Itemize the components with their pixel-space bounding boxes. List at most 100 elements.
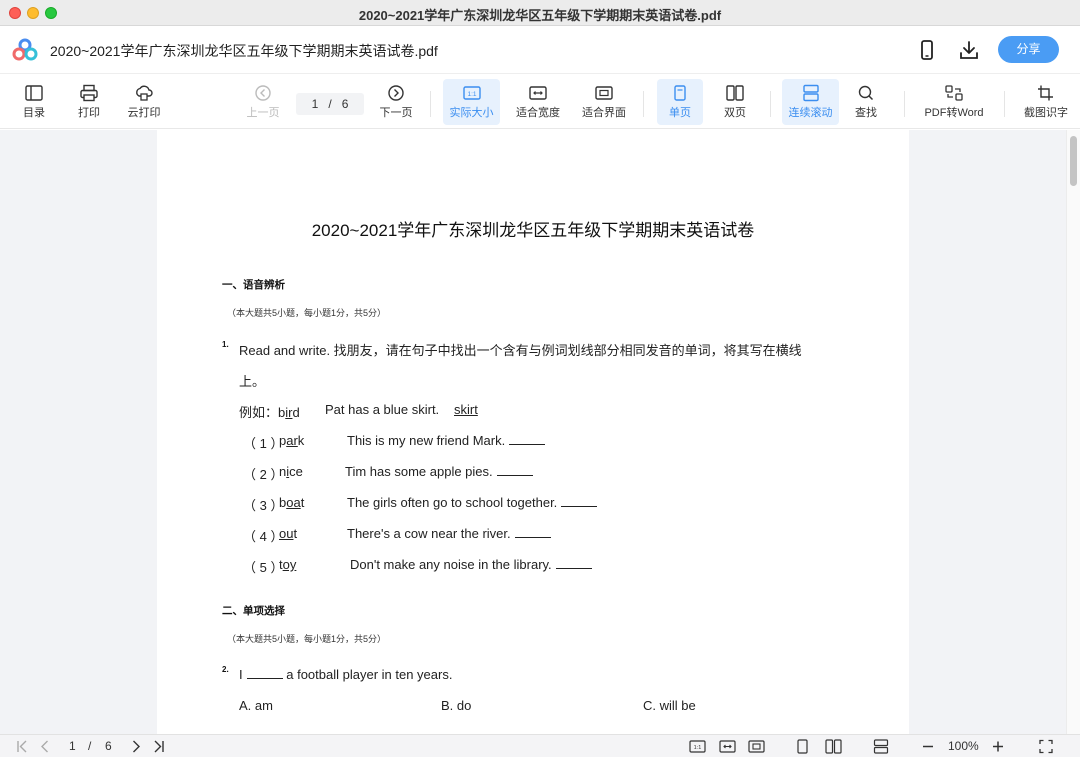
total-pages: 6	[341, 97, 349, 111]
example-word: bird	[278, 405, 300, 420]
status-bar: 1 / 6 1:1 100%	[0, 734, 1080, 757]
pdf-to-word-label: PDF转Word	[924, 107, 984, 119]
print-label: 打印	[78, 107, 100, 119]
zoom-out-button[interactable]	[922, 739, 934, 754]
scrollbar-thumb[interactable]	[1070, 136, 1077, 186]
fit-width-icon	[529, 86, 547, 100]
toolbar: 目录 打印 云打印 上一页 1 / 6 下一页 1:1 实际大小 适合宽度 适合…	[0, 75, 1080, 129]
svg-text:1:1: 1:1	[694, 745, 702, 751]
prev-page-label: 上一页	[246, 107, 280, 119]
chevron-left-icon	[41, 740, 48, 753]
section-1-note: （本大题共5小题，每小题1分，共5分）	[227, 308, 387, 318]
question-2-text: I a football player in ten years.	[239, 667, 453, 682]
svg-text:1:1: 1:1	[467, 91, 476, 98]
answer-blank[interactable]	[555, 557, 592, 569]
double-page-button[interactable]: 双页	[714, 79, 756, 125]
first-page-button[interactable]	[16, 739, 30, 754]
cloud-print-button[interactable]: 云打印	[123, 79, 165, 125]
fit-width-button[interactable]: 适合宽度	[512, 79, 564, 125]
single-page-button[interactable]: 单页	[657, 79, 703, 125]
actual-size-button[interactable]: 1:1 实际大小	[443, 79, 500, 125]
app-header: 2020~2021学年广东深圳龙华区五年级下学期期末英语试卷.pdf 分享	[0, 26, 1080, 74]
status-fit-width-button[interactable]	[719, 739, 736, 754]
option-c: C. will be	[643, 698, 696, 713]
fit-page-icon	[595, 86, 613, 100]
actual-size-label: 实际大小	[449, 107, 494, 119]
printer-icon	[80, 84, 98, 102]
chevron-right-circle-icon	[388, 85, 404, 101]
next-page-small-button[interactable]	[130, 739, 142, 754]
ocr-button[interactable]: 截图识字	[1018, 79, 1074, 125]
pdf-title: 2020~2021学年广东深圳龙华区五年级下学期期末英语试卷	[311, 221, 755, 240]
status-current-page[interactable]: 1	[69, 739, 76, 754]
item-label: （ 4 ）	[243, 529, 284, 544]
chevron-left-circle-icon	[255, 85, 271, 101]
question-1-text-cont: 上。	[239, 374, 266, 389]
first-page-icon	[17, 740, 27, 753]
prev-page-small-button[interactable]	[39, 739, 51, 754]
fullscreen-button[interactable]	[1039, 739, 1053, 754]
prev-page-button[interactable]: 上一页	[243, 79, 283, 125]
answer-blank[interactable]	[246, 667, 283, 679]
title-bar: 2020~2021学年广东深圳龙华区五年级下学期期末英语试卷.pdf	[0, 0, 1080, 26]
status-continuous-scroll-button[interactable]	[873, 739, 889, 754]
continuous-scroll-icon	[802, 84, 819, 102]
double-page-label: 双页	[724, 107, 746, 119]
share-button[interactable]: 分享	[998, 36, 1059, 63]
item-label: （ 2 ）	[243, 467, 284, 482]
document-title: 2020~2021学年广东深圳龙华区五年级下学期期末英语试卷.pdf	[50, 43, 438, 59]
item-word: nice	[279, 464, 303, 479]
print-button[interactable]: 打印	[69, 79, 109, 125]
fit-width-label: 适合宽度	[516, 107, 560, 119]
item-label: （ 3 ）	[243, 498, 284, 513]
single-page-icon	[674, 85, 686, 101]
status-fit-page-button[interactable]	[748, 739, 765, 754]
answer-blank[interactable]	[509, 433, 546, 445]
continuous-scroll-button[interactable]: 连续滚动	[782, 79, 839, 125]
document-viewport[interactable]: 2020~2021学年广东深圳龙华区五年级下学期期末英语试卷 一、语音辨析 （本…	[0, 130, 1080, 734]
phone-icon[interactable]	[915, 38, 939, 62]
page-separator: /	[328, 97, 332, 111]
plus-icon	[993, 741, 1003, 752]
vertical-scrollbar[interactable]	[1066, 130, 1080, 734]
section-1-title: 一、语音辨析	[222, 279, 285, 291]
search-label: 查找	[855, 107, 877, 119]
toc-button[interactable]: 目录	[14, 79, 54, 125]
toc-icon	[25, 85, 43, 101]
page-number-input[interactable]: 1 / 6	[296, 93, 364, 115]
window-title: 2020~2021学年广东深圳龙华区五年级下学期期末英语试卷.pdf	[358, 8, 722, 23]
answer-blank[interactable]	[496, 464, 533, 476]
download-icon[interactable]	[957, 38, 981, 62]
toolbar-divider	[1004, 91, 1005, 117]
convert-icon	[945, 85, 963, 101]
fit-page-icon	[748, 740, 765, 753]
crop-icon	[1038, 85, 1053, 101]
last-page-button[interactable]	[152, 739, 166, 754]
status-single-page-button[interactable]	[795, 739, 810, 754]
next-page-button[interactable]: 下一页	[376, 79, 416, 125]
double-page-icon	[726, 85, 744, 101]
cloud-print-icon	[136, 85, 153, 101]
status-actual-size-button[interactable]: 1:1	[689, 739, 706, 754]
question-2-number: 2.	[222, 665, 229, 674]
zoom-level[interactable]: 100%	[948, 739, 979, 754]
answer-blank[interactable]	[561, 495, 598, 507]
app-logo	[12, 38, 38, 61]
example-answer: skirt	[454, 402, 478, 417]
continuous-scroll-icon	[873, 739, 889, 754]
double-page-icon	[825, 739, 842, 754]
current-page: 1	[311, 97, 319, 111]
status-double-page-button[interactable]	[825, 739, 842, 754]
item-word: out	[279, 526, 298, 541]
item-sentence: There's a cow near the river.	[347, 526, 551, 541]
fit-width-icon	[719, 740, 736, 753]
fit-page-button[interactable]: 适合界面	[577, 79, 631, 125]
search-button[interactable]: 查找	[848, 79, 884, 125]
item-word: park	[279, 433, 305, 448]
pdf-to-word-button[interactable]: PDF转Word	[918, 79, 990, 125]
answer-blank[interactable]	[514, 526, 551, 538]
zoom-in-button[interactable]	[992, 739, 1004, 754]
single-page-icon	[797, 739, 808, 754]
single-page-label: 单页	[669, 107, 691, 119]
item-word: boat	[279, 495, 305, 510]
